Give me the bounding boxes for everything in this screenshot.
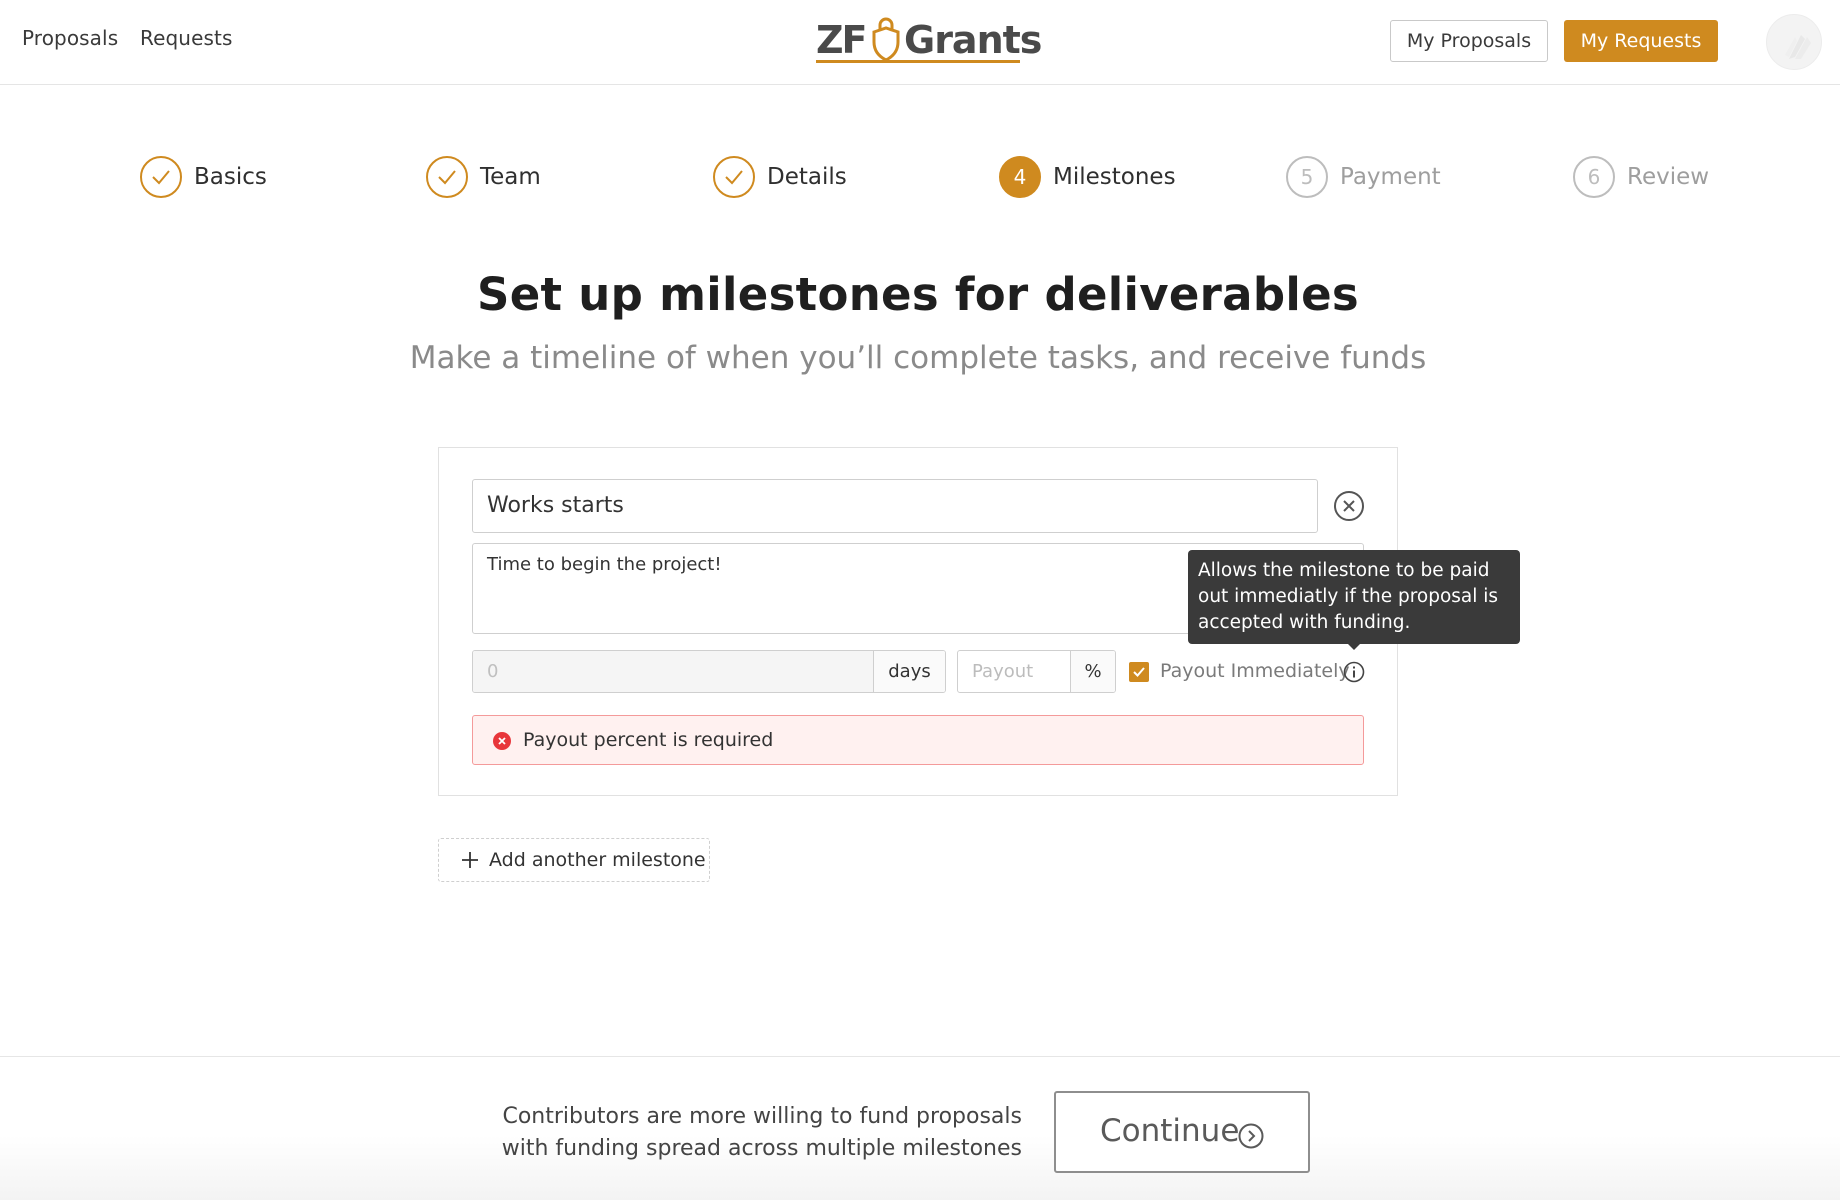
step-label: Payment bbox=[1340, 164, 1441, 190]
step-label: Review bbox=[1627, 164, 1710, 190]
milestone-title-input[interactable]: Works starts bbox=[472, 479, 1318, 533]
error-circle-icon bbox=[493, 732, 511, 750]
avatar-identicon-icon bbox=[1785, 35, 1811, 59]
footer-bar: Contributors are more willing to fund pr… bbox=[0, 1056, 1840, 1200]
user-avatar[interactable] bbox=[1766, 14, 1822, 70]
step-label: Details bbox=[767, 164, 847, 190]
check-icon bbox=[140, 156, 182, 198]
footer-note-line: with funding spread across multiple mile… bbox=[501, 1136, 1022, 1161]
error-alert: Payout percent is required bbox=[472, 715, 1364, 765]
days-input-group: 0 days bbox=[472, 650, 946, 693]
page-subtitle: Make a timeline of when you’ll complete … bbox=[409, 340, 1427, 376]
payout-percent-input[interactable]: Payout bbox=[958, 651, 1070, 692]
check-icon bbox=[713, 156, 755, 198]
logo-grants-text: Grants bbox=[904, 18, 1042, 62]
my-requests-button[interactable]: My Requests bbox=[1564, 20, 1718, 62]
my-proposals-button[interactable]: My Proposals bbox=[1390, 20, 1548, 62]
plus-icon bbox=[462, 852, 478, 868]
step-label: Basics bbox=[194, 164, 267, 190]
step-number: 4 bbox=[999, 156, 1041, 198]
payout-input-group: Payout % bbox=[957, 650, 1116, 693]
nav-requests-link[interactable]: Requests bbox=[140, 26, 232, 50]
zf-grants-logo[interactable]: ZF Grants bbox=[816, 14, 1042, 64]
nav-proposals-link[interactable]: Proposals bbox=[22, 26, 118, 50]
footer-note-line: Contributors are more willing to fund pr… bbox=[502, 1104, 1022, 1129]
days-input[interactable]: 0 bbox=[473, 651, 873, 692]
check-icon bbox=[426, 156, 468, 198]
top-header: Proposals Requests ZF Grants My Proposal… bbox=[0, 0, 1840, 85]
tooltip-arrow bbox=[1347, 643, 1361, 650]
remove-milestone-icon[interactable] bbox=[1333, 490, 1365, 522]
shield-lock-icon bbox=[872, 17, 900, 62]
payout-immediately-label[interactable]: Payout Immediately bbox=[1160, 660, 1350, 682]
info-icon[interactable] bbox=[1343, 661, 1365, 683]
step-number: 6 bbox=[1573, 156, 1615, 198]
page-title: Set up milestones for deliverables bbox=[477, 268, 1359, 321]
payout-immediately-checkbox[interactable] bbox=[1129, 662, 1149, 682]
continue-label: Continue bbox=[1100, 1113, 1240, 1149]
arrow-right-circle-icon bbox=[1238, 1123, 1264, 1149]
percent-unit-label: % bbox=[1070, 651, 1115, 692]
footer-note: Contributors are more willing to fund pr… bbox=[502, 1101, 1022, 1165]
logo-underline bbox=[816, 60, 1020, 63]
payout-tooltip: Allows the milestone to be paid out imme… bbox=[1188, 550, 1520, 644]
error-message: Payout percent is required bbox=[523, 729, 774, 751]
add-milestone-button[interactable]: Add another milestone bbox=[438, 838, 710, 882]
step-label: Team bbox=[480, 164, 541, 190]
checkmark-icon bbox=[1133, 667, 1145, 677]
step-number: 5 bbox=[1286, 156, 1328, 198]
add-milestone-label: Add another milestone bbox=[489, 849, 706, 871]
days-unit-label: days bbox=[873, 651, 945, 692]
step-label: Milestones bbox=[1053, 164, 1176, 190]
logo-zf-text: ZF bbox=[816, 18, 867, 62]
continue-button[interactable]: Continue bbox=[1054, 1091, 1310, 1173]
